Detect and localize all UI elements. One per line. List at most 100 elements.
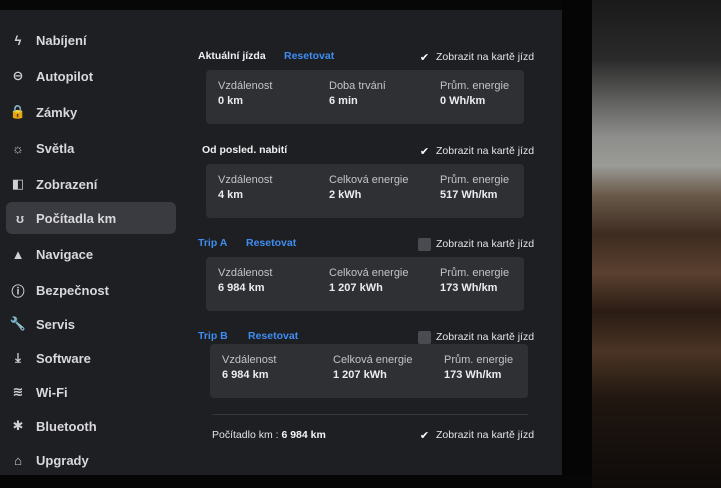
sidebar-item-wifi[interactable]: ≋ Wi-Fi xyxy=(0,376,176,408)
sidebar-item-navigation[interactable]: ▲ Navigace xyxy=(0,238,176,270)
stat-label: Prům. energie xyxy=(440,80,510,92)
show-on-trip-card-label: Zobrazit na kartě jízd xyxy=(436,429,535,441)
show-current-toggle[interactable]: ✔ Zobrazit na kartě jízd xyxy=(418,48,534,66)
sidebar-item-autopilot[interactable]: ⊖ Autopilot xyxy=(0,60,176,92)
section-divider xyxy=(212,414,528,415)
stat-avg-energy: Prům. energie 0 Wh/km xyxy=(440,80,509,107)
odometer-header: ✔ Zobrazit na kartě jízd xyxy=(196,426,540,444)
stat-value: 517 Wh/km xyxy=(440,189,498,201)
settings-screen: ϟ Nabíjení ⊖ Autopilot 🔒 Zámky ☼ Světla … xyxy=(0,10,562,475)
show-odometer-toggle[interactable]: ✔ Zobrazit na kartě jízd xyxy=(418,426,534,444)
checkbox-checked-icon[interactable]: ✔ xyxy=(418,145,431,158)
stat-value: 6 min xyxy=(329,95,358,107)
stat-distance: Vzdálenost 6 984 km xyxy=(222,354,276,381)
show-trip-a-toggle[interactable]: Zobrazit na kartě jízd xyxy=(418,235,534,253)
section-title: Trip A xyxy=(198,237,228,249)
stat-label: Celková energie xyxy=(329,267,409,279)
checkbox-unchecked-icon[interactable] xyxy=(418,330,431,344)
navigation-icon: ▲ xyxy=(11,246,25,262)
sidebar-item-label: Wi-Fi xyxy=(36,384,68,400)
stat-value: 1 207 kWh xyxy=(333,369,387,381)
sidebar-item-label: Bezpečnost xyxy=(36,282,109,298)
show-on-trip-card-label: Zobrazit na kartě jízd xyxy=(436,331,535,343)
stat-label: Celková energie xyxy=(329,174,409,186)
sidebar-item-label: Bluetooth xyxy=(36,418,97,434)
bluetooth-icon: ✱ xyxy=(12,418,24,433)
stat-label: Prům. energie xyxy=(440,267,510,279)
checkbox-checked-icon[interactable]: ✔ xyxy=(418,51,431,64)
trip-a-stats: Vzdálenost 6 984 km Celková energie 1 20… xyxy=(206,257,524,311)
trip-a-header: Trip A Resetovat Zobrazit na kartě jízd xyxy=(196,235,540,253)
current-drive-stats: Vzdálenost 0 km Doba trvání 6 min Prům. … xyxy=(206,70,524,124)
section-title: Trip B xyxy=(198,330,228,342)
sidebar-item-label: Autopilot xyxy=(36,68,94,84)
sidebar-item-label: Navigace xyxy=(36,246,94,262)
stat-total-energy: Celková energie 1 207 kWh xyxy=(333,354,413,381)
stat-value: 173 Wh/km xyxy=(440,282,498,294)
sidebar-item-trips[interactable]: ʊ Počítadla km xyxy=(6,202,176,234)
screen-bezel xyxy=(562,0,592,488)
steering-wheel-icon: ⊖ xyxy=(12,68,24,83)
stat-value: 0 km xyxy=(218,95,244,107)
sidebar-item-label: Počítadla km xyxy=(36,210,117,226)
sidebar-item-safety[interactable]: ⓘ Bezpečnost xyxy=(0,274,176,306)
since-charge-header: Od posled. nabití ✔ Zobrazit na kartě jí… xyxy=(196,142,540,160)
safety-icon: ⓘ xyxy=(11,283,25,299)
sidebar-item-label: Servis xyxy=(36,316,76,332)
stat-value: 6 984 km xyxy=(218,282,265,294)
sidebar-item-label: Nabíjení xyxy=(36,32,87,48)
lock-icon: 🔒 xyxy=(9,104,27,119)
wifi-icon: ≋ xyxy=(12,384,24,399)
sidebar-item-lights[interactable]: ☼ Světla xyxy=(0,132,176,164)
stat-label: Prům. energie xyxy=(444,354,514,366)
sidebar-item-charging[interactable]: ϟ Nabíjení xyxy=(0,24,176,56)
photo-background xyxy=(592,0,721,488)
sidebar-item-software[interactable]: ⤓ Software xyxy=(0,342,176,374)
section-title: Aktuální jízda xyxy=(198,50,266,62)
stat-label: Vzdálenost xyxy=(218,80,273,92)
checkbox-unchecked-icon[interactable] xyxy=(418,237,431,251)
sidebar-item-label: Software xyxy=(36,350,91,366)
reset-trip-b-button[interactable]: Resetovat xyxy=(248,330,298,342)
show-since-charge-toggle[interactable]: ✔ Zobrazit na kartě jízd xyxy=(418,142,534,160)
stat-avg-energy: Prům. energie 517 Wh/km xyxy=(440,174,509,201)
wrench-icon: 🔧 xyxy=(9,316,27,331)
stat-label: Celková energie xyxy=(333,354,413,366)
show-on-trip-card-label: Zobrazit na kartě jízd xyxy=(436,145,535,157)
stat-distance: Vzdálenost 0 km xyxy=(218,80,272,107)
stat-avg-energy: Prům. energie 173 Wh/km xyxy=(440,267,509,294)
sidebar-item-label: Zámky xyxy=(36,104,78,120)
checkbox-checked-icon[interactable]: ✔ xyxy=(418,429,431,442)
stat-label: Prům. energie xyxy=(440,174,510,186)
section-title: Od posled. nabití xyxy=(202,144,288,156)
stat-distance: Vzdálenost 4 km xyxy=(218,174,272,201)
since-charge-stats: Vzdálenost 4 km Celková energie 2 kWh Pr… xyxy=(206,164,524,218)
sidebar-item-service[interactable]: 🔧 Servis xyxy=(0,308,176,340)
screen-bottom-bezel xyxy=(0,475,592,488)
stat-label: Doba trvání xyxy=(329,80,386,92)
sidebar-item-locks[interactable]: 🔒 Zámky xyxy=(0,96,176,128)
stat-label: Vzdálenost xyxy=(218,174,273,186)
trip-b-stats: Vzdálenost 6 984 km Celková energie 1 20… xyxy=(210,344,528,398)
stat-value: 4 km xyxy=(218,189,244,201)
sidebar-item-upgrades[interactable]: ⌂ Upgrady xyxy=(0,444,176,475)
stat-value: 0 Wh/km xyxy=(440,95,486,107)
sidebar-item-label: Světla xyxy=(36,140,75,156)
stat-value: 1 207 kWh xyxy=(329,282,383,294)
stat-value: 173 Wh/km xyxy=(444,369,502,381)
bolt-icon: ϟ xyxy=(14,32,22,48)
trip-counter-icon: ʊ xyxy=(15,210,25,226)
stat-value: 2 kWh xyxy=(329,189,362,201)
shopping-bag-icon: ⌂ xyxy=(14,452,22,468)
stat-total-energy: Celková energie 2 kWh xyxy=(329,174,409,201)
reset-trip-a-button[interactable]: Resetovat xyxy=(246,237,296,249)
stat-distance: Vzdálenost 6 984 km xyxy=(218,267,272,294)
display-icon: ◧ xyxy=(11,176,25,191)
stat-avg-energy: Prům. energie 173 Wh/km xyxy=(444,354,513,381)
sidebar-item-bluetooth[interactable]: ✱ Bluetooth xyxy=(0,410,176,442)
stat-label: Vzdálenost xyxy=(222,354,277,366)
reset-current-button[interactable]: Resetovat xyxy=(284,50,334,62)
sidebar-item-display[interactable]: ◧ Zobrazení xyxy=(0,168,176,200)
current-drive-header: Aktuální jízda Resetovat ✔ Zobrazit na k… xyxy=(196,48,540,66)
stat-total-energy: Celková energie 1 207 kWh xyxy=(329,267,409,294)
